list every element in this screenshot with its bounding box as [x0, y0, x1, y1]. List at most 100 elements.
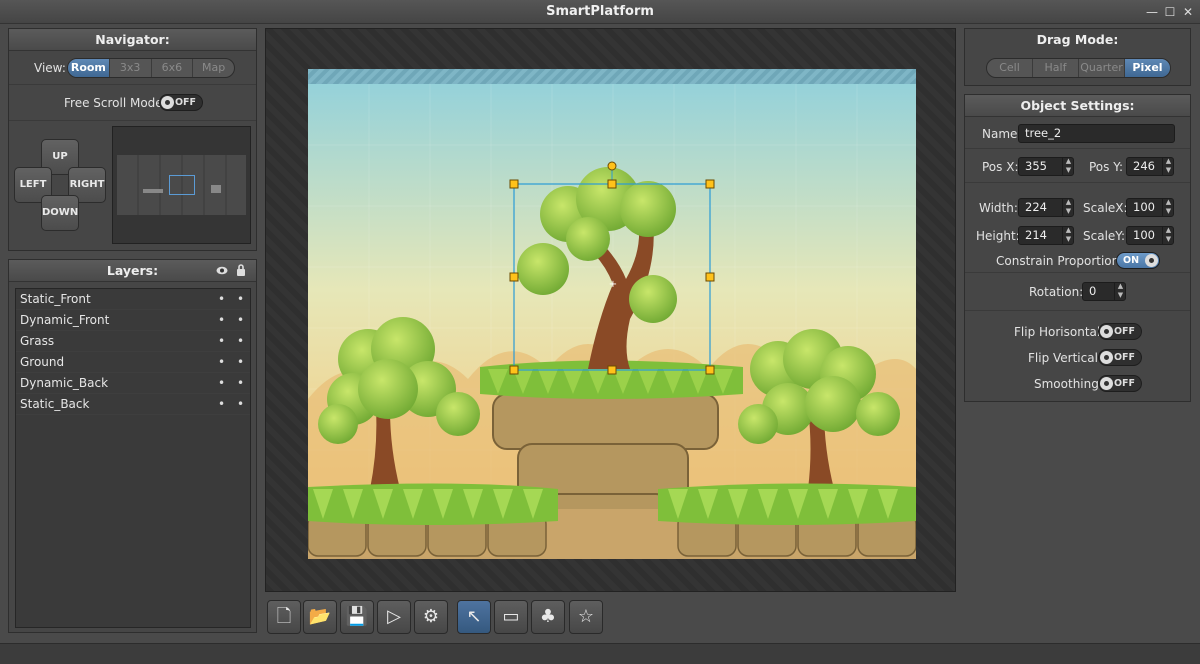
view-option-3x3[interactable]: 3x3	[110, 59, 152, 77]
layer-row[interactable]: Dynamic_Front • •	[16, 310, 250, 331]
game-scene[interactable]: +	[308, 69, 916, 559]
name-input[interactable]: tree_2	[1018, 124, 1175, 143]
constrain-toggle[interactable]: ON	[1116, 252, 1160, 269]
layers-panel: Layers: Static_Front • • Dynamic_Front • • Gra…	[8, 259, 257, 633]
toggle-knob	[1100, 351, 1113, 364]
settings-button[interactable]: ⚙	[414, 600, 448, 634]
pos-x-stepper[interactable]: ▲ ▼	[1062, 157, 1074, 176]
view-selector: Room 3x3 6x6 Map	[67, 58, 235, 78]
new-file-button[interactable]: 🗋	[267, 600, 301, 634]
flip-v-toggle[interactable]: OFF	[1098, 349, 1142, 366]
layer-row[interactable]: Static_Front • •	[16, 289, 250, 310]
toggle-knob	[1100, 377, 1113, 390]
star-icon: ☆	[577, 606, 595, 627]
select-tool-button[interactable]: ↖	[457, 600, 491, 634]
visibility-toggle-icon[interactable]: •	[218, 331, 225, 352]
free-scroll-row: Free Scroll Mode: OFF	[9, 85, 256, 121]
minimap-platform	[143, 189, 163, 193]
width-stepper[interactable]: ▲ ▼	[1062, 198, 1074, 217]
pos-x-label: Pos X:	[982, 160, 1019, 174]
view-option-map[interactable]: Map	[193, 59, 234, 77]
smoothing-label: Smoothing:	[1034, 377, 1103, 391]
title-bar: SmartPlatform	[0, 0, 1200, 24]
flip-h-toggle[interactable]: OFF	[1098, 323, 1142, 340]
view-label: View:	[34, 61, 66, 75]
position-row: Pos X: 355 ▲ ▼ Pos Y: 246 ▲ ▼	[965, 149, 1190, 183]
layer-name: Dynamic_Front	[20, 313, 110, 327]
down-button[interactable]: DOWN	[41, 195, 79, 231]
room-tool-button[interactable]: ▭	[494, 600, 528, 634]
navigator-header: Navigator:	[9, 29, 256, 51]
view-option-6x6[interactable]: 6x6	[152, 59, 194, 77]
drag-mode-half[interactable]: Half	[1033, 59, 1079, 77]
visibility-toggle-icon[interactable]: •	[218, 394, 225, 415]
object-settings-header: Object Settings:	[965, 95, 1190, 117]
smoothing-toggle[interactable]: OFF	[1098, 375, 1142, 392]
eye-icon[interactable]	[216, 266, 228, 275]
layer-name: Grass	[20, 334, 55, 348]
free-scroll-label: Free Scroll Mode:	[64, 96, 167, 110]
drag-mode-panel: Drag Mode: Cell Half Quarter Pixel	[964, 28, 1191, 86]
lock-toggle-icon[interactable]: •	[237, 310, 244, 331]
tree-tool-button[interactable]: ♣	[531, 600, 565, 634]
visibility-toggle-icon[interactable]: •	[218, 310, 225, 331]
view-row: View: Room 3x3 6x6 Map	[9, 51, 256, 85]
height-stepper[interactable]: ▲ ▼	[1062, 226, 1074, 245]
layer-row[interactable]: Grass • •	[16, 331, 250, 352]
file-icon: 🗋	[276, 606, 292, 627]
lock-toggle-icon[interactable]: •	[237, 331, 244, 352]
lock-icon[interactable]	[236, 264, 246, 276]
minimap[interactable]	[112, 126, 251, 244]
rotation-stepper[interactable]: ▲ ▼	[1114, 282, 1126, 301]
view-option-room[interactable]: Room	[68, 59, 110, 77]
visibility-toggle-icon[interactable]: •	[218, 352, 225, 373]
constrain-state: ON	[1123, 255, 1140, 266]
lock-toggle-icon[interactable]: •	[237, 373, 244, 394]
canvas-area[interactable]: +	[265, 28, 956, 592]
play-button[interactable]: ▷	[377, 600, 411, 634]
drag-mode-quarter[interactable]: Quarter	[1079, 59, 1125, 77]
minimap-platform	[211, 185, 221, 193]
cursor-icon: ↖	[466, 606, 482, 627]
minimap-viewport[interactable]	[169, 175, 195, 195]
lock-toggle-icon[interactable]: •	[237, 289, 244, 310]
constrain-label: Constrain Proportions:	[996, 254, 1130, 268]
star-tool-button[interactable]: ☆	[569, 600, 603, 634]
drag-mode-pixel[interactable]: Pixel	[1125, 59, 1170, 77]
flip-section: Flip Horisontal: OFF Flip Vertical: OFF …	[965, 311, 1190, 403]
scaley-stepper[interactable]: ▲ ▼	[1162, 226, 1174, 245]
visibility-toggle-icon[interactable]: •	[218, 289, 225, 310]
name-row: Name: tree_2	[965, 117, 1190, 149]
layer-row[interactable]: Ground • •	[16, 352, 250, 373]
drag-mode-selector: Cell Half Quarter Pixel	[986, 58, 1171, 78]
navigator-panel: Navigator: View: Room 3x3 6x6 Map Free S…	[8, 28, 257, 251]
gear-icon: ⚙	[422, 606, 440, 627]
drag-mode-cell[interactable]: Cell	[987, 59, 1033, 77]
layer-row[interactable]: Static_Back • •	[16, 394, 250, 415]
toggle-knob	[161, 96, 174, 109]
status-bar	[0, 643, 1200, 664]
save-button[interactable]: 💾	[340, 600, 374, 634]
layer-name: Static_Front	[20, 292, 91, 306]
free-scroll-toggle[interactable]: OFF	[159, 94, 203, 111]
lock-toggle-icon[interactable]: •	[237, 394, 244, 415]
free-scroll-state: OFF	[174, 97, 196, 108]
visibility-toggle-icon[interactable]: •	[218, 373, 225, 394]
maximize-icon[interactable]: ☐	[1162, 0, 1178, 24]
layer-row[interactable]: Dynamic_Back • •	[16, 373, 250, 394]
close-icon[interactable]: ✕	[1180, 0, 1196, 24]
minimize-icon[interactable]: —	[1144, 0, 1160, 24]
layer-name: Dynamic_Back	[20, 376, 109, 390]
height-label: Height:	[976, 229, 1020, 243]
lock-toggle-icon[interactable]: •	[237, 352, 244, 373]
toggle-knob	[1100, 325, 1113, 338]
flip-h-state: OFF	[1113, 326, 1135, 337]
scalex-stepper[interactable]: ▲ ▼	[1162, 198, 1174, 217]
open-folder-button[interactable]: 📂	[303, 600, 337, 634]
scalex-label: ScaleX:	[1083, 201, 1128, 215]
name-label: Name:	[982, 127, 1022, 141]
save-icon: 💾	[345, 606, 369, 627]
pos-y-stepper[interactable]: ▲ ▼	[1162, 157, 1174, 176]
pos-y-label: Pos Y:	[1089, 160, 1123, 174]
object-settings-panel: Object Settings: Name: tree_2 Pos X: 355…	[964, 94, 1191, 402]
